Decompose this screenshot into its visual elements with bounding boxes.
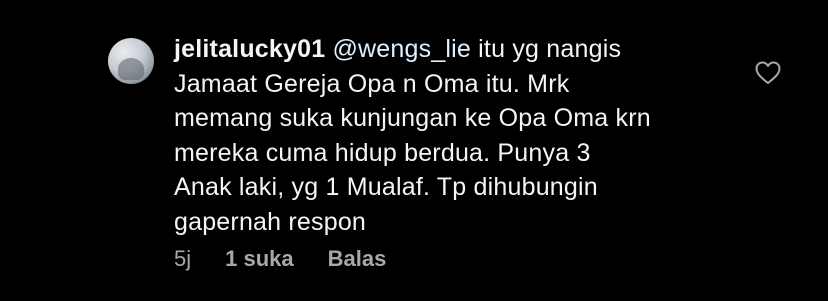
comment: jelitalucky01 @wengs_lie itu yg nangis J… xyxy=(0,0,828,301)
comment-content: itu yg nangis Jamaat Gereja Opa n Oma it… xyxy=(174,35,651,236)
username[interactable]: jelitalucky01 xyxy=(174,35,325,63)
heart-icon[interactable] xyxy=(755,61,781,85)
mention-link[interactable]: @wengs_lie xyxy=(332,35,471,63)
timestamp: 5j xyxy=(174,246,192,271)
comment-meta: 5j 1 suka Balas xyxy=(174,246,420,272)
likes-count[interactable]: 1 suka xyxy=(225,246,294,272)
comment-body: jelitalucky01 @wengs_lie itu yg nangis J… xyxy=(174,32,734,239)
reply-button[interactable]: Balas xyxy=(328,246,387,272)
comment-text: jelitalucky01 @wengs_lie itu yg nangis J… xyxy=(174,32,734,239)
avatar[interactable] xyxy=(108,38,154,84)
